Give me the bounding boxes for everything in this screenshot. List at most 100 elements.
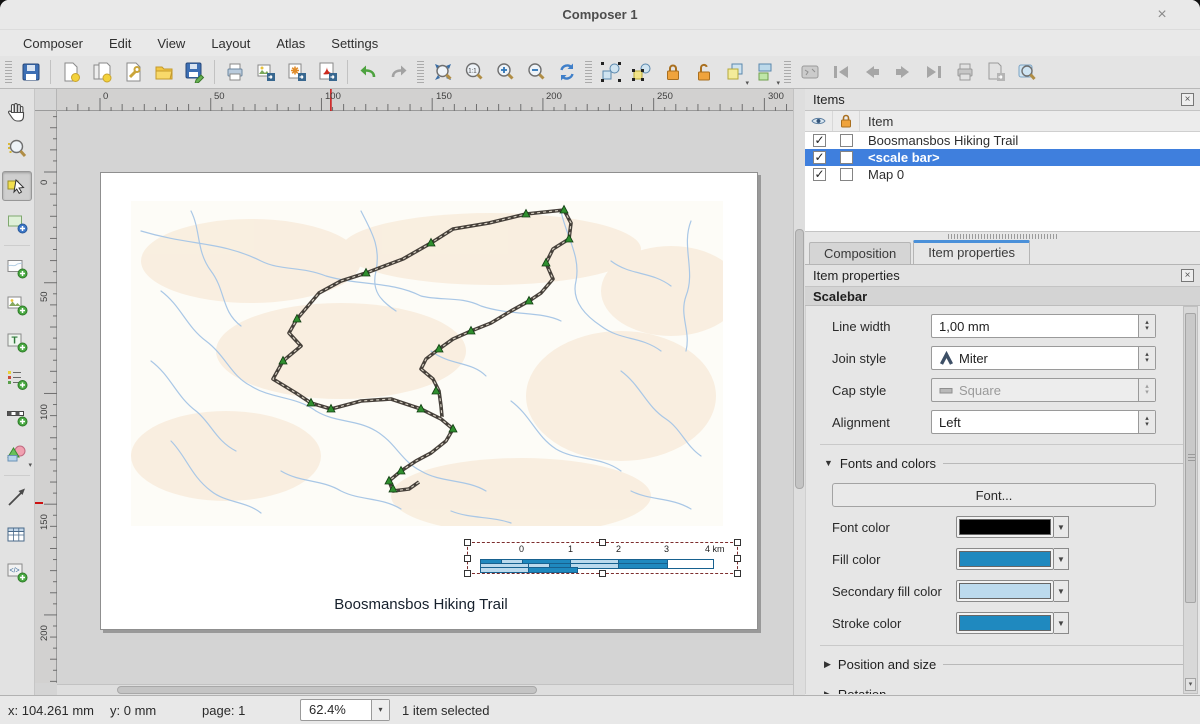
- atlas-last-feature-button[interactable]: [918, 58, 949, 87]
- dropdown-arrow-icon[interactable]: ▼: [1054, 548, 1069, 570]
- dropdown-arrow-icon[interactable]: ▼: [1054, 580, 1069, 602]
- align-items-button[interactable]: ▾: [750, 58, 781, 87]
- tab-item-properties[interactable]: Item properties: [913, 240, 1030, 264]
- fill-color-swatch[interactable]: [956, 548, 1054, 570]
- position-and-size-group[interactable]: ▶ Position and size: [824, 654, 1186, 674]
- export-image-button[interactable]: [250, 58, 281, 87]
- zoom-in-button[interactable]: [489, 58, 520, 87]
- alignment-select[interactable]: Left ▴▾: [931, 410, 1156, 434]
- new-composition-button[interactable]: [55, 58, 86, 87]
- scroll-down-arrow-icon[interactable]: ▾: [1185, 678, 1196, 691]
- line-width-spinbox[interactable]: 1,00 mm ▴▾: [931, 314, 1156, 338]
- selection-handle[interactable]: [599, 539, 606, 546]
- fonts-and-colors-group[interactable]: ▼ Fonts and colors: [824, 453, 1186, 473]
- properties-scrollbar[interactable]: ▾: [1183, 306, 1198, 694]
- map-item[interactable]: [131, 201, 723, 526]
- lock-items-button[interactable]: [657, 58, 688, 87]
- selection-handle[interactable]: [734, 570, 741, 577]
- selection-handle[interactable]: [734, 555, 741, 562]
- rotation-group[interactable]: ▶ Rotation: [824, 684, 1186, 694]
- window-close-icon[interactable]: ×: [1152, 5, 1172, 25]
- menu-layout[interactable]: Layout: [200, 33, 261, 54]
- redo-button[interactable]: [383, 58, 414, 87]
- tab-composition[interactable]: Composition: [809, 242, 911, 264]
- add-shape-button[interactable]: ▾: [2, 438, 32, 468]
- visibility-checkbox[interactable]: [813, 151, 826, 164]
- zoom-out-button[interactable]: [520, 58, 551, 87]
- lock-checkbox[interactable]: [840, 168, 853, 181]
- lock-checkbox[interactable]: [840, 134, 853, 147]
- toolbar-grip[interactable]: [585, 61, 592, 83]
- atlas-preview-button[interactable]: [794, 58, 825, 87]
- add-new-map-button[interactable]: [2, 253, 32, 283]
- composition-manager-button[interactable]: [117, 58, 148, 87]
- add-label-button[interactable]: T: [2, 327, 32, 357]
- scalebar-item[interactable]: 0 1 2 3 4 km: [467, 542, 738, 574]
- atlas-next-feature-button[interactable]: [887, 58, 918, 87]
- menu-edit[interactable]: Edit: [98, 33, 142, 54]
- selection-handle[interactable]: [464, 555, 471, 562]
- font-button[interactable]: Font...: [832, 483, 1156, 507]
- pan-button[interactable]: [2, 97, 32, 127]
- toolbar-grip[interactable]: [5, 61, 12, 83]
- item-row-map[interactable]: Map 0: [805, 166, 1200, 183]
- export-svg-button[interactable]: [281, 58, 312, 87]
- selection-handle[interactable]: [464, 570, 471, 577]
- join-style-select[interactable]: Miter ▴▾: [931, 346, 1156, 370]
- ungroup-items-button[interactable]: [626, 58, 657, 87]
- stroke-color-swatch[interactable]: [956, 612, 1054, 634]
- toolbar-grip[interactable]: [417, 61, 424, 83]
- selection-handle[interactable]: [599, 570, 606, 577]
- zoom-full-button[interactable]: [427, 58, 458, 87]
- select-move-item-button[interactable]: [2, 171, 32, 201]
- zoom-button[interactable]: [2, 134, 32, 164]
- export-pdf-button[interactable]: [312, 58, 343, 87]
- secondary-fill-color-swatch[interactable]: [956, 580, 1054, 602]
- item-row-label[interactable]: Boosmansbos Hiking Trail: [805, 132, 1200, 149]
- selection-handle[interactable]: [464, 539, 471, 546]
- atlas-export-button[interactable]: [980, 58, 1011, 87]
- dropdown-arrow-icon[interactable]: ▼: [1054, 516, 1069, 538]
- open-button[interactable]: [148, 58, 179, 87]
- font-color-swatch[interactable]: [956, 516, 1054, 538]
- print-button[interactable]: [219, 58, 250, 87]
- close-icon[interactable]: ×: [1181, 93, 1194, 106]
- undo-button[interactable]: [352, 58, 383, 87]
- unlock-items-button[interactable]: [688, 58, 719, 87]
- refresh-view-button[interactable]: [551, 58, 582, 87]
- visibility-checkbox[interactable]: [813, 134, 826, 147]
- zoom-level-select[interactable]: 62.4% ▾: [300, 699, 390, 721]
- add-arrow-button[interactable]: [2, 483, 32, 513]
- menu-settings[interactable]: Settings: [320, 33, 389, 54]
- raise-items-button[interactable]: ▾: [719, 58, 750, 87]
- save-as-button[interactable]: [179, 58, 210, 87]
- add-attribute-table-button[interactable]: [2, 520, 32, 550]
- menu-view[interactable]: View: [146, 33, 196, 54]
- canvas-horizontal-scrollbar[interactable]: [57, 684, 793, 695]
- menu-composer[interactable]: Composer: [12, 33, 94, 54]
- atlas-settings-button[interactable]: [1011, 58, 1042, 87]
- add-image-button[interactable]: [2, 290, 32, 320]
- atlas-first-feature-button[interactable]: [825, 58, 856, 87]
- group-items-button[interactable]: [595, 58, 626, 87]
- map-title-label[interactable]: Boosmansbos Hiking Trail: [101, 596, 741, 613]
- atlas-print-button[interactable]: [949, 58, 980, 87]
- menu-atlas[interactable]: Atlas: [265, 33, 316, 54]
- item-row-scalebar[interactable]: <scale bar>: [805, 149, 1200, 166]
- add-legend-button[interactable]: [2, 364, 32, 394]
- toolbar-grip[interactable]: [784, 61, 791, 83]
- visibility-checkbox[interactable]: [813, 168, 826, 181]
- canvas-vertical-scrollbar[interactable]: [793, 89, 805, 695]
- save-button[interactable]: [15, 58, 46, 87]
- add-scalebar-button[interactable]: [2, 401, 32, 431]
- zoom-actual-button[interactable]: 1:1: [458, 58, 489, 87]
- composition-canvas[interactable]: 0 50 100 150 200 250 300 0 50 100 150 20…: [35, 89, 805, 695]
- selection-handle[interactable]: [734, 539, 741, 546]
- composition-page[interactable]: 0 1 2 3 4 km Boosmansbos Hiking Trai: [100, 172, 758, 630]
- spin-arrows-icon[interactable]: ▴▾: [1138, 315, 1155, 337]
- atlas-previous-feature-button[interactable]: [856, 58, 887, 87]
- duplicate-composition-button[interactable]: [86, 58, 117, 87]
- add-html-frame-button[interactable]: </>: [2, 557, 32, 587]
- lock-checkbox[interactable]: [840, 151, 853, 164]
- dropdown-arrow-icon[interactable]: ▼: [1054, 612, 1069, 634]
